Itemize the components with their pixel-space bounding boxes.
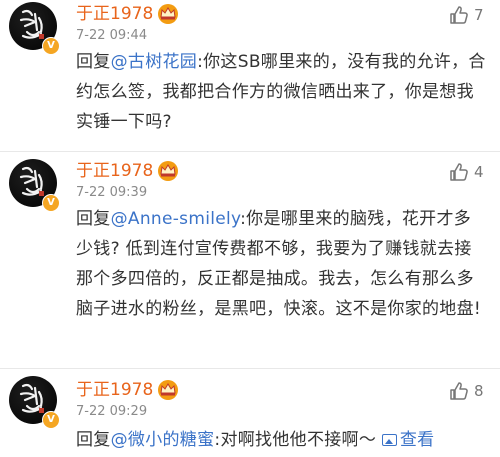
like-icon[interactable] xyxy=(448,161,470,183)
view-image-link[interactable]: 查看 xyxy=(381,430,435,450)
reply-prefix: 回复 xyxy=(76,52,111,72)
divider xyxy=(0,368,500,369)
like-count: 8 xyxy=(474,382,484,400)
mention-link[interactable]: @古树花园 xyxy=(111,52,198,72)
reply-prefix: 回复 xyxy=(76,430,111,450)
like-count: 4 xyxy=(474,163,484,181)
like-icon[interactable] xyxy=(448,380,470,402)
comment-time: 7-22 09:29 xyxy=(76,404,148,419)
comment-time: 7-22 09:39 xyxy=(76,185,148,200)
crown-icon xyxy=(158,380,178,400)
crown-icon xyxy=(158,4,178,24)
verified-badge-icon: V xyxy=(42,194,60,212)
verified-badge-icon: V xyxy=(42,411,60,429)
view-image-label: 查看 xyxy=(399,430,435,450)
like-icon[interactable] xyxy=(448,4,470,26)
like-count: 7 xyxy=(474,6,484,24)
comment-item: V 于正1978 7-22 09:44 7 回复@古树花园:你这SB哪里来的，没… xyxy=(0,0,500,150)
reply-prefix: 回复 xyxy=(76,209,111,229)
username[interactable]: 于正1978 xyxy=(76,161,153,181)
comment-body: 回复@古树花园:你这SB哪里来的，没有我的允许，合约怎么签，我都把合作方的微信晒… xyxy=(76,47,488,137)
comment-text: :对啊找他他不接啊～ xyxy=(214,430,377,450)
comment-body: 回复@Anne-smilely:你是哪里来的脑残，花开才多少钱? 低到连付宣传费… xyxy=(76,204,488,324)
comment-time: 7-22 09:44 xyxy=(76,28,148,43)
verified-badge-icon: V xyxy=(42,37,60,55)
username[interactable]: 于正1978 xyxy=(76,380,153,400)
mention-link[interactable]: @Anne-smilely xyxy=(111,209,241,229)
image-icon xyxy=(381,434,397,446)
username[interactable]: 于正1978 xyxy=(76,4,153,24)
crown-icon xyxy=(158,161,178,181)
divider xyxy=(0,151,500,152)
mention-link[interactable]: @微小的糖蜜 xyxy=(111,430,215,450)
comment-body: 回复@微小的糖蜜:对啊找他他不接啊～ 查看 xyxy=(76,425,488,455)
